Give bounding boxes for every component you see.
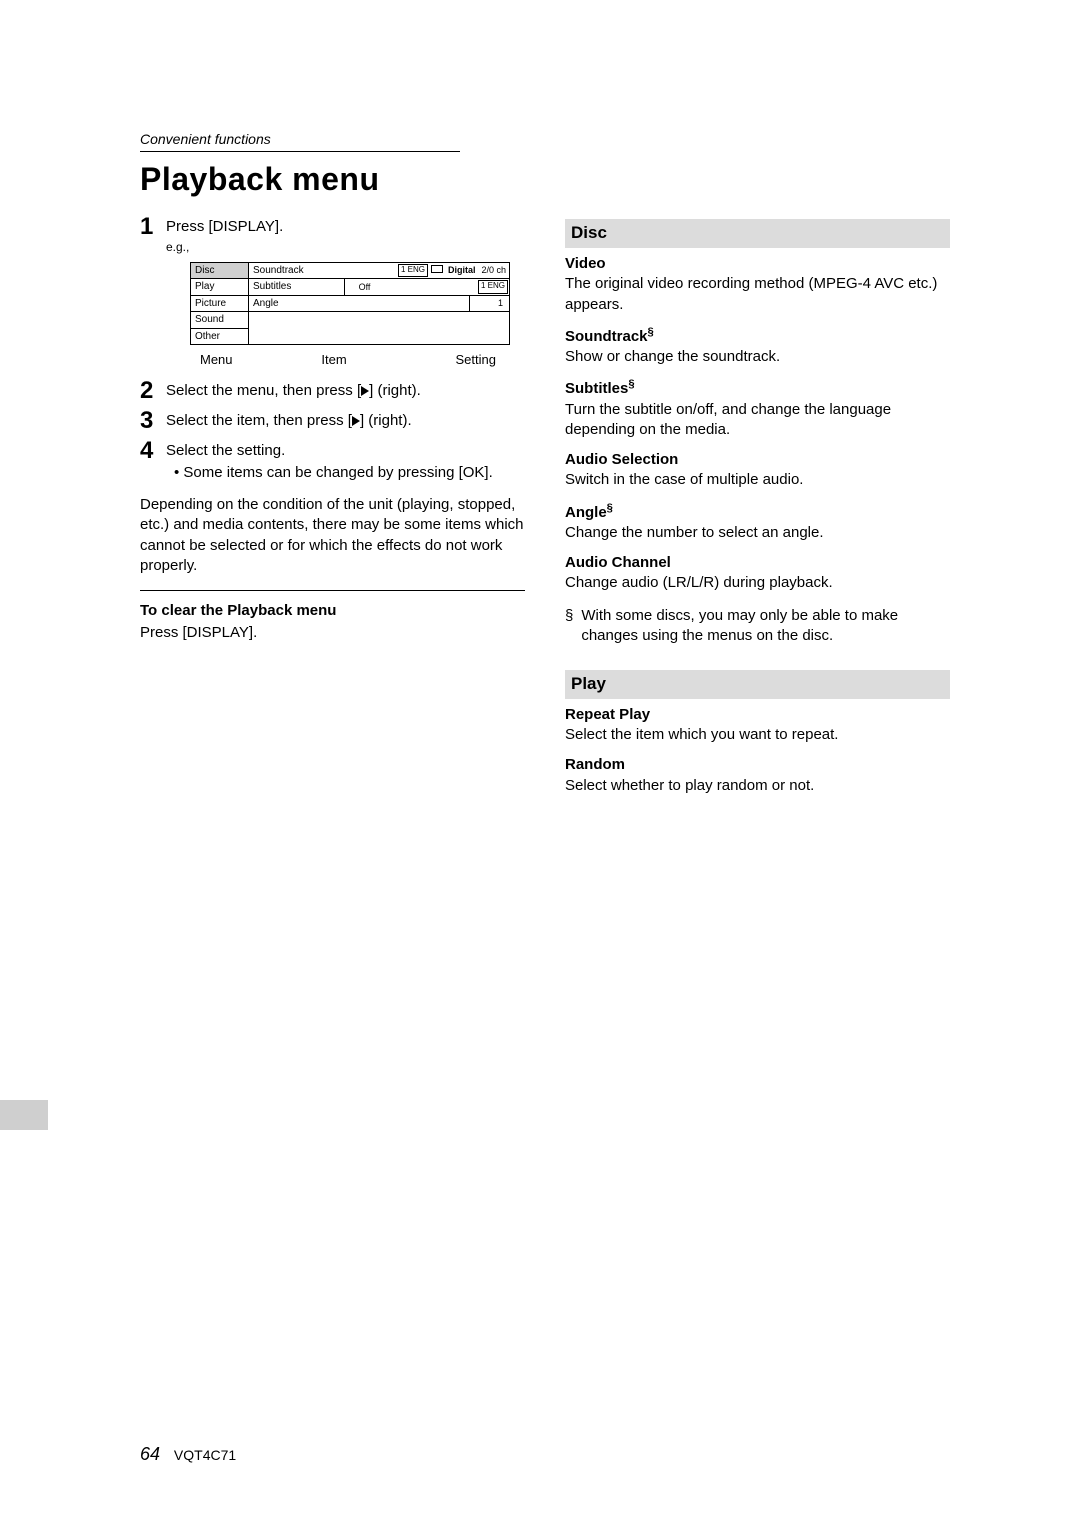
right-column: Disc Video The original video recording …	[565, 217, 950, 800]
clear-body: Press [DISPLAY].	[140, 623, 525, 643]
audio-selection-body: Switch in the case of multiple audio.	[565, 470, 950, 490]
step-text-b: ] (right).	[360, 412, 412, 429]
right-arrow-icon	[361, 386, 369, 396]
audio-selection-heading: Audio Selection	[565, 450, 950, 470]
footnote-star: §	[565, 606, 573, 647]
label-menu: Menu	[200, 351, 233, 369]
soundtrack-heading: Soundtrack§	[565, 325, 950, 347]
angle-body: Change the number to select an angle.	[565, 523, 950, 543]
steps-list: 1 Press [DISPLAY]. e.g., Disc Play	[140, 217, 525, 485]
menu-left-pane: Disc Play Picture Sound Other	[191, 263, 249, 345]
step-number: 4	[140, 439, 166, 463]
footnote: § With some discs, you may only be able …	[565, 606, 950, 647]
clear-heading: To clear the Playback menu	[140, 601, 525, 621]
step-body: Select the item, then press [ ] (right).	[166, 411, 525, 431]
step-text-a: Select the menu, then press [	[166, 382, 361, 399]
random-heading: Random	[565, 755, 950, 775]
dolby-icon	[431, 265, 443, 273]
repeat-body: Select the item which you want to repeat…	[565, 725, 950, 745]
step-body: Press [DISPLAY]. e.g., Disc Play Picture	[166, 217, 525, 372]
page: Convenient functions Playback menu 1 Pre…	[0, 0, 1080, 1526]
menu-item-sound: Sound	[191, 312, 248, 329]
audio-channel-heading: Audio Channel	[565, 553, 950, 573]
row-soundtrack-chip: 1 ENG	[398, 264, 428, 278]
depending-paragraph: Depending on the condition of the unit (…	[140, 495, 525, 576]
step-bullet: Some items can be changed by pressing [O…	[174, 463, 525, 483]
row-soundtrack-label: Soundtrack	[249, 263, 397, 279]
right-arrow-icon	[352, 416, 360, 426]
subtitles-body: Turn the subtitle on/off, and change the…	[565, 400, 950, 441]
label-item: Item	[321, 351, 346, 369]
page-number: 64	[140, 1444, 160, 1464]
menu-item-play: Play	[191, 279, 248, 296]
repeat-heading: Repeat Play	[565, 705, 950, 725]
video-heading: Video	[565, 254, 950, 274]
menu-middle-pane: Soundtrack 1 ENG Digital 2/0 ch Subtitle…	[249, 263, 509, 345]
row-soundtrack-digital: Digital	[445, 263, 479, 279]
step-number: 1	[140, 215, 166, 239]
subtitles-heading: Subtitles§	[565, 377, 950, 399]
step-1: 1 Press [DISPLAY]. e.g., Disc Play	[140, 217, 525, 372]
footnote-text: With some discs, you may only be able to…	[581, 606, 950, 647]
menu-item-picture: Picture	[191, 296, 248, 313]
left-column: 1 Press [DISPLAY]. e.g., Disc Play	[140, 217, 525, 800]
menu-figure: Disc Play Picture Sound Other Soundtrac	[190, 262, 510, 369]
row-subtitles-label: Subtitles	[249, 279, 344, 295]
step-body: Select the menu, then press [ ] (right).	[166, 381, 525, 401]
section-label: Convenient functions	[140, 130, 460, 152]
menu-item-other: Other	[191, 329, 248, 345]
menu-column-labels: Menu Item Setting	[190, 351, 510, 369]
row-angle-val: 1	[469, 296, 509, 312]
page-title: Playback menu	[140, 158, 950, 201]
side-tab	[0, 1100, 48, 1130]
step-text-b: ] (right).	[369, 382, 421, 399]
random-body: Select whether to play random or not.	[565, 776, 950, 796]
video-body: The original video recording method (MPE…	[565, 274, 950, 315]
row-subtitles-chip: 1 ENG	[478, 280, 508, 294]
angle-heading: Angle§	[565, 501, 950, 523]
disc-section-header: Disc	[565, 219, 950, 248]
row-subtitles-val: Off	[344, 279, 384, 295]
step-text: Press [DISPLAY].	[166, 218, 283, 235]
label-setting: Setting	[456, 351, 496, 369]
page-footer: 64 VQT4C71	[140, 1442, 236, 1466]
step-text: Select the setting.	[166, 441, 525, 461]
step-3: 3 Select the item, then press [ ] (right)…	[140, 411, 525, 433]
step-4: 4 Select the setting. Some items can be …	[140, 441, 525, 486]
menu-box: Disc Play Picture Sound Other Soundtrac	[190, 262, 510, 346]
soundtrack-body: Show or change the soundtrack.	[565, 347, 950, 367]
divider	[140, 590, 525, 591]
play-section-header: Play	[565, 670, 950, 699]
columns: 1 Press [DISPLAY]. e.g., Disc Play	[140, 217, 950, 800]
row-soundtrack-ch: 2/0 ch	[478, 263, 509, 279]
audio-channel-body: Change audio (LR/L/R) during playback.	[565, 573, 950, 593]
row-angle-label: Angle	[249, 296, 360, 312]
step-body: Select the setting. Some items can be ch…	[166, 441, 525, 486]
step-text-a: Select the item, then press [	[166, 412, 352, 429]
step-2: 2 Select the menu, then press [ ] (right)…	[140, 381, 525, 403]
menu-item-disc: Disc	[191, 263, 248, 280]
eg-label: e.g.,	[166, 239, 525, 255]
doc-code: VQT4C71	[174, 1447, 236, 1463]
step-number: 3	[140, 409, 166, 433]
step-number: 2	[140, 379, 166, 403]
